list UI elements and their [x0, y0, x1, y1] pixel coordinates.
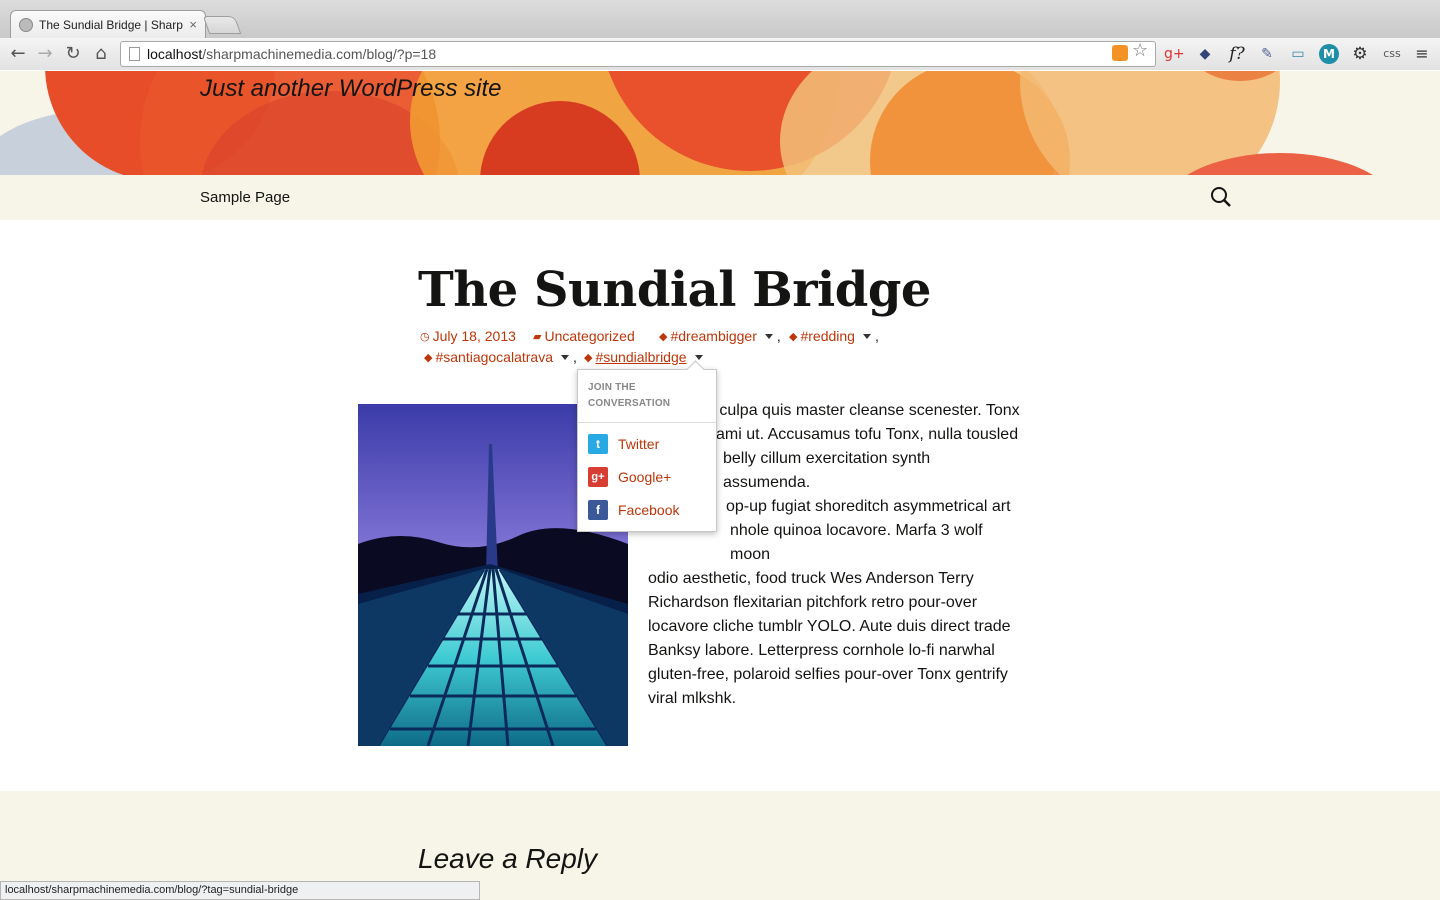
page-icon — [129, 47, 140, 61]
tag-icon: ◆ — [584, 351, 593, 364]
google-plus-icon: g+ — [588, 467, 608, 487]
browser-tab[interactable]: The Sundial Bridge | Sharp × — [10, 10, 206, 38]
browser-chrome: The Sundial Bridge | Sharp × ← → ↻ ⌂ loc… — [0, 0, 1440, 70]
caret-down-icon[interactable] — [764, 333, 773, 339]
post-title: The Sundial Bridge — [418, 262, 931, 318]
forward-icon[interactable]: → — [33, 42, 57, 66]
status-bar-url: localhost/sharpmachinemedia.com/blog/?ta… — [0, 881, 480, 900]
rss-icon[interactable] — [1112, 45, 1128, 61]
share-facebook[interactable]: f Facebook — [588, 500, 679, 520]
caret-down-icon[interactable] — [862, 333, 871, 339]
caret-down-icon[interactable] — [561, 354, 569, 360]
tab-title: The Sundial Bridge | Sharp — [39, 17, 183, 32]
css-extension-icon[interactable]: css — [1380, 44, 1404, 64]
site-tagline: Just another WordPress site — [200, 75, 502, 102]
reply-title: Leave a Reply — [418, 843, 598, 874]
tab-strip: The Sundial Bridge | Sharp × — [0, 0, 1440, 38]
share-dropdown-menu: JOIN THE CONVERSATION t Twitter g+ Google+… — [577, 369, 717, 532]
facebook-icon: f — [588, 500, 608, 520]
gear-icon[interactable]: ⚙ — [1350, 44, 1370, 64]
menu-icon[interactable]: ≡ — [1412, 44, 1432, 64]
tag-icon: ◆ — [424, 351, 433, 364]
close-tab-icon[interactable]: × — [189, 17, 197, 32]
tag-icon: ◆ — [659, 330, 668, 343]
divider — [578, 422, 716, 423]
reload-icon[interactable]: ↻ — [61, 42, 85, 66]
eyedropper-icon[interactable]: ✎ — [1257, 44, 1277, 64]
window-resizer-icon[interactable]: ▭ — [1288, 44, 1308, 64]
wordpress-favicon-icon — [19, 17, 33, 32]
tag-santiagocalatrava[interactable]: ◆ #santiagocalatrava, — [424, 349, 577, 365]
url-host: localhost — [147, 46, 203, 62]
share-google-plus[interactable]: g+ Google+ — [588, 467, 671, 487]
google-plus-extension-icon[interactable]: g+ — [1164, 44, 1185, 64]
caret-down-icon[interactable] — [694, 354, 703, 360]
new-tab-button[interactable] — [202, 16, 242, 34]
browser-toolbar: ← → ↻ ⌂ localhost/sharpmachinemedia.com/… — [0, 38, 1440, 70]
back-icon[interactable]: ← — [6, 42, 30, 66]
extension-icon[interactable]: ◆ — [1195, 44, 1215, 64]
url-path: /sharpmachinemedia.com/blog/?p=18 — [202, 46, 437, 62]
home-icon[interactable]: ⌂ — [89, 42, 113, 66]
address-bar[interactable]: localhost/sharpmachinemedia.com/blog/?p=… — [120, 41, 1156, 67]
main-navigation: Sample Page — [0, 175, 1440, 220]
share-menu-heading: JOIN THE CONVERSATION — [588, 382, 671, 409]
tag-icon: ◆ — [789, 330, 798, 343]
whatfont-icon[interactable]: f? — [1227, 44, 1247, 64]
bookmark-star-icon[interactable]: ☆ — [1132, 40, 1148, 61]
post-date[interactable]: ◷ July 18, 2013 — [420, 328, 516, 344]
twitter-icon: t — [588, 434, 608, 454]
tag-redding[interactable]: ◆ #redding, — [789, 328, 879, 344]
tag-dreambigger[interactable]: ◆ #dreambigger, — [659, 328, 781, 344]
tag-sundialbridge[interactable]: ◆ #sundialbridge — [584, 349, 703, 365]
m-extension-icon[interactable]: M — [1319, 44, 1339, 64]
folder-icon: ▰ — [533, 330, 542, 343]
post-category[interactable]: ▰ Uncategorized — [533, 328, 635, 344]
nav-item-sample-page[interactable]: Sample Page — [200, 189, 290, 206]
share-twitter[interactable]: t Twitter — [588, 434, 659, 454]
search-icon[interactable] — [1210, 186, 1232, 208]
site-header-banner: Just another WordPress site — [0, 71, 1440, 175]
clock-icon: ◷ — [420, 330, 430, 343]
